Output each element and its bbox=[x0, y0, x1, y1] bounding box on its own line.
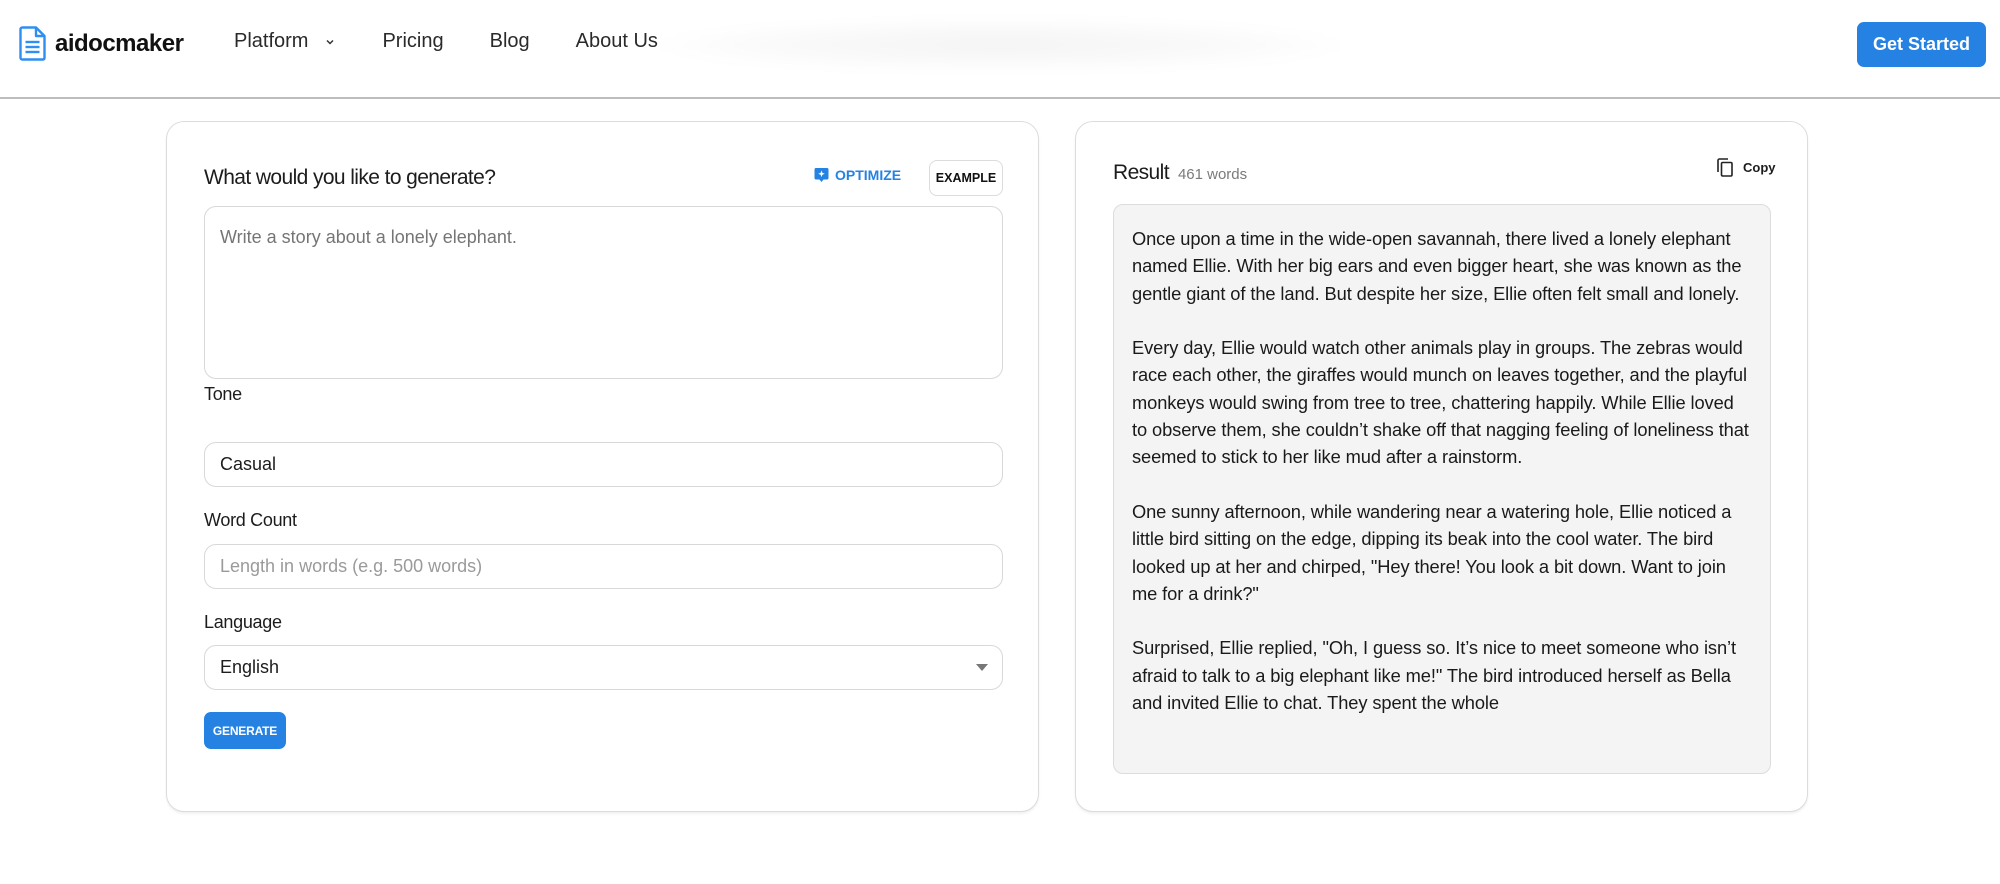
logo-text: aidocmaker bbox=[55, 29, 184, 57]
example-button[interactable]: EXAMPLE bbox=[929, 160, 1003, 196]
result-paragraph: One sunny afternoon, while wandering nea… bbox=[1132, 500, 1732, 604]
main-nav: Platform Pricing Blog About Us bbox=[234, 30, 658, 53]
result-text-area[interactable]: Once upon a time in the wide-open savann… bbox=[1113, 204, 1771, 774]
result-title: Result bbox=[1113, 161, 1170, 184]
nav-item-label: Blog bbox=[489, 30, 530, 52]
language-select[interactable]: English bbox=[204, 645, 1003, 690]
nav-item-blog[interactable]: Blog bbox=[490, 30, 530, 53]
word-count-input[interactable]: Length in words (e.g. 500 words) bbox=[204, 544, 1003, 589]
copy-button[interactable]: Copy bbox=[1717, 158, 1776, 177]
copy-label: Copy bbox=[1743, 160, 1776, 175]
language-selected-value: English bbox=[220, 657, 280, 677]
logo[interactable]: aidocmaker bbox=[19, 26, 184, 61]
generate-button[interactable]: GENERATE bbox=[204, 712, 286, 749]
result-card: Result 461 words Copy Once upon a time i… bbox=[1075, 121, 1808, 812]
sparkle-icon bbox=[814, 168, 829, 182]
tone-label: Tone bbox=[204, 384, 242, 404]
generator-form-card: What would you like to generate? OPTIMIZ… bbox=[166, 121, 1039, 812]
header-blur-overlay bbox=[660, 20, 1340, 70]
result-paragraph: Once upon a time in the wide-open savann… bbox=[1132, 228, 1742, 304]
get-started-button[interactable]: Get Started bbox=[1857, 22, 1986, 67]
nav-item-platform[interactable]: Platform bbox=[234, 30, 336, 53]
site-header: aidocmaker Platform Pricing Blog About U… bbox=[0, 0, 2000, 99]
nav-item-label: About Us bbox=[575, 30, 658, 52]
result-paragraph: Surprised, Ellie replied, "Oh, I guess s… bbox=[1132, 637, 1736, 714]
nav-item-label: Pricing bbox=[382, 30, 444, 52]
language-label: Language bbox=[204, 612, 282, 632]
nav-item-pricing[interactable]: Pricing bbox=[382, 30, 443, 53]
optimize-button[interactable]: OPTIMIZE bbox=[814, 167, 901, 183]
nav-item-about-us[interactable]: About Us bbox=[576, 30, 658, 53]
word-count-label: Word Count bbox=[204, 510, 297, 530]
document-icon bbox=[19, 26, 46, 61]
nav-item-label: Platform bbox=[234, 30, 309, 52]
tone-value: Casual bbox=[220, 454, 277, 474]
form-title: What would you like to generate? bbox=[204, 166, 496, 189]
result-word-count: 461 words bbox=[1177, 166, 1248, 183]
optimize-label: OPTIMIZE bbox=[835, 167, 902, 183]
result-paragraph: Every day, Ellie would watch other anima… bbox=[1132, 337, 1749, 468]
chevron-down-icon bbox=[326, 39, 334, 45]
prompt-textarea[interactable] bbox=[204, 206, 1003, 379]
dropdown-arrow-icon bbox=[976, 664, 988, 671]
copy-icon bbox=[1717, 158, 1733, 177]
result-header: Result 461 words bbox=[1113, 161, 1247, 185]
tone-input[interactable]: Casual bbox=[204, 442, 1003, 487]
word-count-placeholder: Length in words (e.g. 500 words) bbox=[220, 556, 483, 576]
